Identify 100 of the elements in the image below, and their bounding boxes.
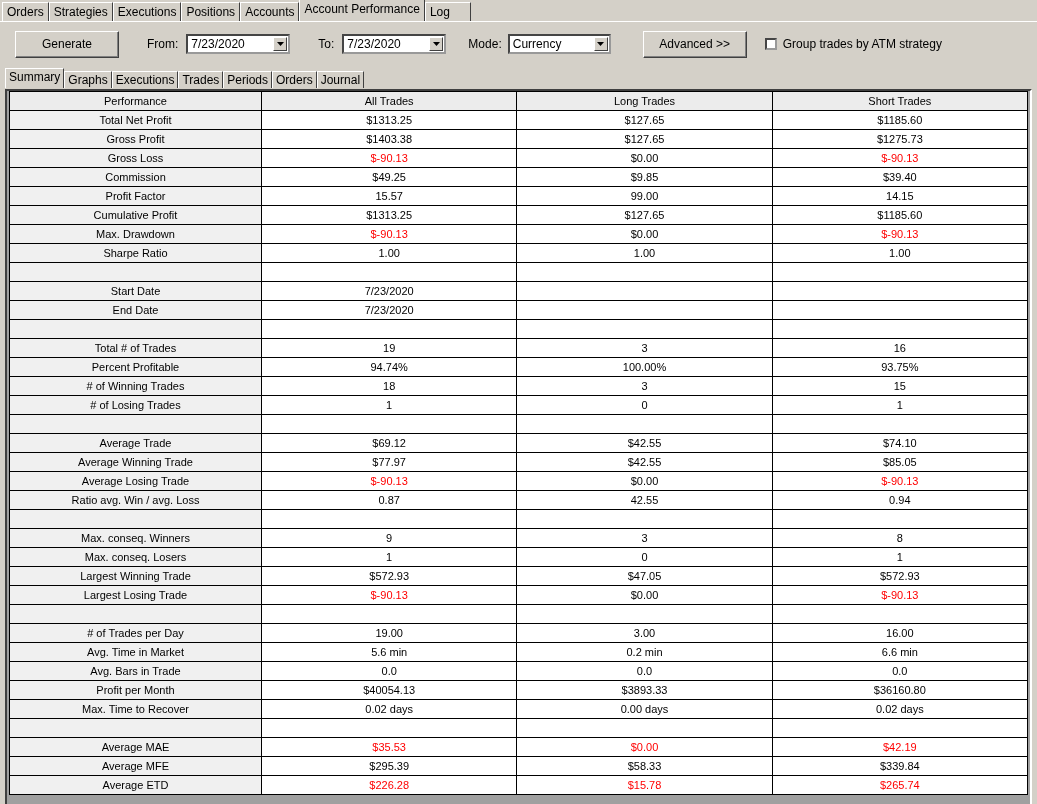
table-cell: 5.6 min xyxy=(261,642,517,662)
to-label: To: xyxy=(318,37,335,51)
table-cell: 1.00 xyxy=(261,243,517,263)
table-cell: $-90.13 xyxy=(772,585,1028,605)
table-cell: 93.75% xyxy=(772,357,1028,377)
table-cell: $339.84 xyxy=(772,756,1028,776)
table-cell: $-90.13 xyxy=(261,224,517,244)
table-cell: 0.94 xyxy=(772,490,1028,510)
table-cell: 15.57 xyxy=(261,186,517,206)
checkbox[interactable] xyxy=(764,38,777,50)
table-cell: 8 xyxy=(772,528,1028,548)
table-cell: $35.53 xyxy=(261,737,517,757)
table-cell: $74.10 xyxy=(772,433,1028,453)
table-cell: 100.00% xyxy=(516,357,773,377)
table-cell: $36160.80 xyxy=(772,680,1028,700)
table-cell: $3893.33 xyxy=(516,680,773,700)
table-cell: 0.00 days xyxy=(516,699,773,719)
table-cell: $69.12 xyxy=(261,433,517,453)
table-cell: 0.0 xyxy=(516,661,773,681)
mode-dropdown[interactable]: Currency xyxy=(507,34,611,54)
table-cell: 1 xyxy=(261,395,517,415)
table-cell: 9 xyxy=(261,528,517,548)
tab[interactable]: Log xyxy=(424,2,471,21)
table-cell: $572.93 xyxy=(261,566,517,586)
table-cell: $1185.60 xyxy=(772,110,1028,130)
table-cell: 0.0 xyxy=(261,661,517,681)
mode-label: Mode: xyxy=(468,37,502,51)
table-cell: $0.00 xyxy=(516,585,773,605)
table-cell: $40054.13 xyxy=(261,680,517,700)
generate-button[interactable]: Generate xyxy=(15,30,119,58)
column-header: Short Trades xyxy=(772,91,1028,111)
column-header: All Trades xyxy=(261,91,517,111)
tab[interactable]: Account Performance xyxy=(299,0,425,21)
tab[interactable]: Positions xyxy=(181,2,241,21)
tab[interactable]: Orders xyxy=(272,71,317,88)
table-cell: $226.28 xyxy=(261,775,517,795)
tab[interactable]: Strategies xyxy=(48,2,113,21)
table-cell: $127.65 xyxy=(516,205,773,225)
tab[interactable]: Summary xyxy=(5,68,65,88)
table-cell: 1.00 xyxy=(772,243,1028,263)
table-cell: $-90.13 xyxy=(772,471,1028,491)
table-cell: 18 xyxy=(261,376,517,396)
table-cell: 15 xyxy=(772,376,1028,396)
table-cell: $9.85 xyxy=(516,167,773,187)
table-cell: $58.33 xyxy=(516,756,773,776)
table-cell: $127.65 xyxy=(516,129,773,149)
table-cell: $-90.13 xyxy=(261,148,517,168)
tab[interactable]: Periods xyxy=(223,71,272,88)
table-cell: $42.55 xyxy=(516,452,773,472)
tab[interactable]: Journal xyxy=(316,71,365,88)
table-cell: 99.00 xyxy=(516,186,773,206)
tab[interactable]: Executions xyxy=(111,71,179,88)
table-cell: $265.74 xyxy=(772,775,1028,795)
table-cell: $1313.25 xyxy=(261,110,517,130)
column-header: Performance xyxy=(9,91,262,111)
table-cell: $1313.25 xyxy=(261,205,517,225)
table-cell: 0.02 days xyxy=(261,699,517,719)
from-label: From: xyxy=(147,37,179,51)
table-cell: $0.00 xyxy=(516,737,773,757)
table-cell: $295.39 xyxy=(261,756,517,776)
table-cell: 19.00 xyxy=(261,623,517,643)
table-cell: $39.40 xyxy=(772,167,1028,187)
advanced-button[interactable]: Advanced >> xyxy=(642,30,747,58)
tab[interactable]: Accounts xyxy=(240,2,300,21)
table-cell: 1.00 xyxy=(516,243,773,263)
table-cell: 94.74% xyxy=(261,357,517,377)
table-cell: 16 xyxy=(772,338,1028,358)
table-cell: 3.00 xyxy=(516,623,773,643)
tab[interactable]: Graphs xyxy=(64,71,112,88)
table-cell: $1403.38 xyxy=(261,129,517,149)
table-cell: $42.55 xyxy=(516,433,773,453)
table-cell: $127.65 xyxy=(516,110,773,130)
table-cell: $42.19 xyxy=(772,737,1028,757)
table-cell: $15.78 xyxy=(516,775,773,795)
table-cell: 0.87 xyxy=(261,490,517,510)
table-cell: 16.00 xyxy=(772,623,1028,643)
table-cell: 1 xyxy=(772,395,1028,415)
table-cell: $49.25 xyxy=(261,167,517,187)
table-cell: 7/23/2020 xyxy=(261,300,517,320)
table-cell: $0.00 xyxy=(516,224,773,244)
table-cell: $-90.13 xyxy=(261,471,517,491)
table-cell: 3 xyxy=(516,338,773,358)
table-cell: $0.00 xyxy=(516,148,773,168)
table-cell: $1275.73 xyxy=(772,129,1028,149)
tab[interactable]: Executions xyxy=(112,2,182,21)
table-cell: 3 xyxy=(516,376,773,396)
table-cell: $-90.13 xyxy=(772,224,1028,244)
table-cell: $85.05 xyxy=(772,452,1028,472)
table-cell: 1 xyxy=(772,547,1028,567)
table-cell: 0 xyxy=(516,547,773,567)
tab[interactable]: Trades xyxy=(178,71,224,88)
tab[interactable]: Orders xyxy=(2,2,49,21)
from-date-dropdown[interactable]: 7/23/2020 xyxy=(186,34,291,54)
table-cell: 3 xyxy=(516,528,773,548)
table-cell: $572.93 xyxy=(772,566,1028,586)
to-date-dropdown[interactable]: 7/23/2020 xyxy=(342,34,447,54)
checkbox-label: Group trades by ATM strategy xyxy=(782,37,942,51)
table-cell: 0 xyxy=(516,395,773,415)
table-cell: 0.02 days xyxy=(772,699,1028,719)
table-cell: 0.0 xyxy=(772,661,1028,681)
